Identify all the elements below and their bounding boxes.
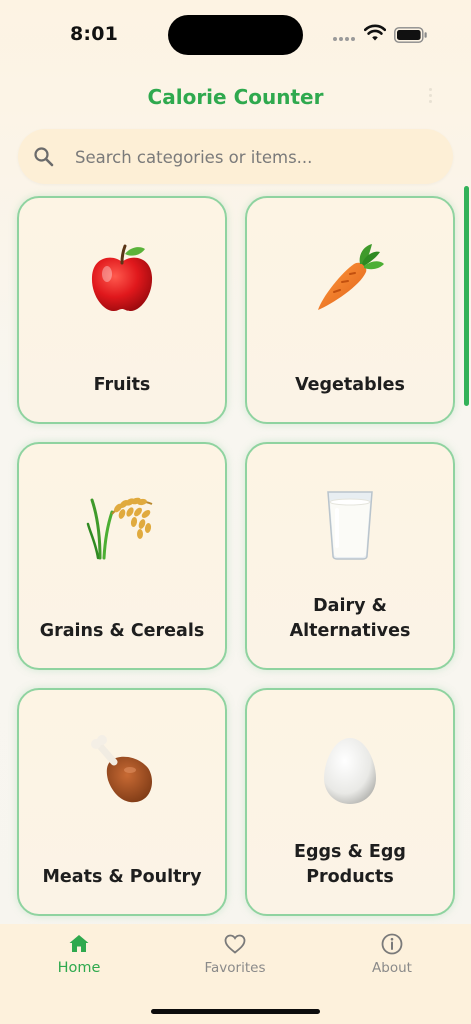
category-label: Eggs & Egg Products	[294, 842, 406, 887]
rice-icon	[86, 497, 153, 560]
home-icon	[69, 935, 89, 952]
cellular-signal-icon	[333, 37, 357, 43]
category-label: Vegetables	[295, 375, 405, 395]
info-icon	[381, 933, 403, 955]
apple-icon	[91, 244, 153, 312]
battery-icon	[394, 27, 427, 43]
heart-icon	[224, 934, 246, 954]
milk-glass-icon	[327, 491, 373, 560]
category-card-grains-cereals[interactable]: Grains & Cereals	[17, 442, 227, 670]
category-card-eggs[interactable]: Eggs & Egg Products	[245, 688, 455, 916]
home-indicator	[151, 1009, 320, 1014]
category-card-fruits[interactable]: Fruits	[17, 196, 227, 424]
search-input[interactable]	[73, 129, 437, 186]
nav-label-home: Home	[57, 960, 101, 976]
category-label: Dairy & Alternatives	[289, 596, 411, 641]
wifi-icon	[364, 24, 386, 41]
category-card-vegetables[interactable]: Vegetables	[245, 196, 455, 424]
status-bar: 8:01	[0, 0, 471, 64]
more-vertical-icon[interactable]	[427, 86, 435, 106]
nav-item-home[interactable]: Home	[24, 932, 134, 988]
nav-item-about[interactable]: About	[337, 932, 447, 988]
category-label: Fruits	[93, 375, 151, 395]
scrollbar[interactable]	[464, 186, 469, 406]
carrot-icon	[318, 244, 384, 310]
poultry-leg-icon	[91, 735, 152, 803]
category-label: Meats & Poultry	[42, 867, 202, 887]
nav-label-about: About	[372, 960, 412, 976]
category-card-dairy-alternatives[interactable]: Dairy & Alternatives	[245, 442, 455, 670]
egg-icon	[324, 738, 376, 804]
app-bar: Calorie Counter	[0, 64, 471, 128]
status-time: 8:01	[70, 23, 119, 45]
search-bar[interactable]	[18, 129, 453, 186]
nav-label-favorites: Favorites	[204, 960, 266, 976]
dynamic-island	[168, 15, 303, 55]
app-title: Calorie Counter	[147, 85, 324, 109]
category-card-meats-poultry[interactable]: Meats & Poultry	[17, 688, 227, 916]
nav-item-favorites[interactable]: Favorites	[180, 932, 290, 988]
category-label: Grains & Cereals	[39, 621, 205, 641]
search-icon	[34, 147, 54, 167]
